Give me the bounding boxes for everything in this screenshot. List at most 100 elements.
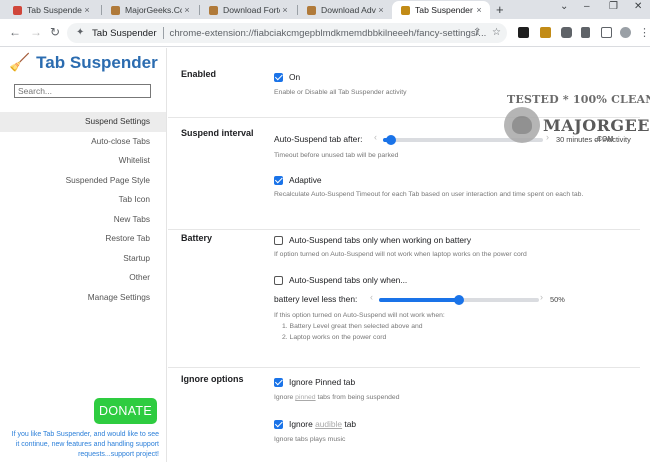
sidebar-item-auto-close-tabs[interactable]: Auto-close Tabs bbox=[0, 132, 166, 152]
majorgeeks-favicon-icon bbox=[307, 5, 316, 15]
section-ignore-options: Ignore options Ignore Pinned tab Ignore … bbox=[168, 368, 640, 462]
battery-level-label: battery level less then: bbox=[274, 294, 358, 304]
ignore-audible-checkbox[interactable] bbox=[274, 419, 283, 429]
search-input[interactable] bbox=[14, 84, 151, 98]
interval-hint: Timeout before unused tab will be parked bbox=[274, 152, 399, 159]
section-battery: Battery Auto-Suspend tabs only when work… bbox=[168, 230, 640, 368]
browser-tab-active[interactable]: Tab Suspender / × bbox=[392, 1, 490, 19]
close-icon[interactable]: × bbox=[474, 5, 484, 15]
back-button[interactable]: ← bbox=[9, 25, 21, 39]
enabled-checkbox-row[interactable]: On bbox=[274, 72, 300, 82]
browser-tab[interactable]: Download Forte × bbox=[200, 1, 296, 19]
sidebar-item-tab-icon[interactable]: Tab Icon bbox=[0, 190, 166, 210]
sidebar-item-manage-settings[interactable]: Manage Settings bbox=[0, 288, 166, 308]
settings-sidebar: 🧹 Tab Suspender Suspend Settings Auto-cl… bbox=[0, 48, 167, 462]
battery-level-value: 50% bbox=[550, 295, 565, 304]
sidebar-item-suspend-settings[interactable]: Suspend Settings bbox=[0, 112, 166, 132]
checkbox-label: Auto-Suspend tabs only when working on b… bbox=[289, 235, 472, 245]
support-promo-link[interactable]: If you like Tab Suspender, and would lik… bbox=[0, 430, 159, 460]
sidebar-item-suspended-page-style[interactable]: Suspended Page Style bbox=[0, 171, 166, 191]
broom-icon: 🧹 bbox=[9, 53, 31, 72]
share-icon[interactable]: ⇪ bbox=[473, 27, 481, 38]
watermark-line: .COM bbox=[595, 136, 614, 143]
promo-line: requests...support project! bbox=[78, 451, 159, 458]
pinned-link[interactable]: pinned bbox=[295, 394, 315, 401]
broom-favicon-icon bbox=[401, 5, 410, 15]
close-icon[interactable]: × bbox=[376, 5, 386, 15]
download-icon[interactable] bbox=[581, 27, 590, 38]
restore-button[interactable]: ❐ bbox=[609, 1, 618, 12]
sidebar-item-new-tabs[interactable]: New Tabs bbox=[0, 210, 166, 230]
battery-level-checkbox-row[interactable]: Auto-Suspend tabs only when... bbox=[274, 275, 407, 285]
forward-button[interactable]: → bbox=[30, 25, 42, 39]
battery-only-hint: If option turned on Auto-Suspend will no… bbox=[274, 251, 527, 258]
battery-only-checkbox[interactable] bbox=[274, 235, 283, 245]
settings-menu: Suspend Settings Auto-close Tabs Whiteli… bbox=[0, 112, 166, 307]
enabled-checkbox[interactable] bbox=[274, 72, 283, 82]
slider-right-arrow-icon[interactable]: › bbox=[540, 292, 543, 302]
close-icon[interactable]: × bbox=[280, 5, 290, 15]
battery-level-slider[interactable] bbox=[379, 294, 539, 305]
divider bbox=[162, 27, 164, 39]
majorgeeks-watermark: TESTED * 100% CLEAN MAJORGEEKS .COM bbox=[497, 93, 650, 163]
extension-name: Tab Suspender bbox=[92, 27, 157, 39]
audible-link[interactable]: audible bbox=[315, 419, 342, 429]
gmail-extension-icon[interactable] bbox=[518, 27, 529, 38]
battery-level-hint: If this option turned on Auto-Suspend wi… bbox=[274, 312, 445, 319]
battery-level-checkbox[interactable] bbox=[274, 275, 283, 285]
browser-tab[interactable]: Tab Suspender - × bbox=[4, 1, 98, 19]
address-bar[interactable]: ✦ Tab Suspender chrome-extension://fiabc… bbox=[67, 23, 507, 43]
reload-button[interactable]: ↻ bbox=[50, 25, 60, 39]
condition-item: 1. Battery Level great then selected abo… bbox=[282, 323, 423, 330]
adaptive-checkbox[interactable] bbox=[274, 175, 283, 185]
url-text[interactable]: chrome-extension://fiabciakcmgepblmdkmem… bbox=[170, 28, 487, 39]
browser-tab[interactable]: MajorGeeks.Com × bbox=[102, 1, 198, 19]
enabled-hint: Enable or Disable all Tab Suspender acti… bbox=[274, 89, 407, 96]
promo-line: it continue, new features and handling s… bbox=[15, 441, 159, 448]
sidebar-item-restore-tab[interactable]: Restore Tab bbox=[0, 229, 166, 249]
tab-title: MajorGeeks.Com bbox=[125, 5, 182, 15]
adaptive-checkbox-row[interactable]: Adaptive bbox=[274, 175, 322, 185]
hint-text: Ignore bbox=[274, 394, 294, 401]
tab-title: Tab Suspender - bbox=[27, 5, 82, 15]
star-icon[interactable]: ☆ bbox=[492, 27, 501, 38]
ignore-pinned-checkbox-row[interactable]: Ignore Pinned tab bbox=[274, 377, 355, 387]
donate-button[interactable]: DONATE bbox=[94, 398, 157, 424]
tab-title: Download Forte bbox=[223, 5, 280, 15]
majorgeeks-mascot-logo bbox=[504, 107, 540, 143]
minimize-button[interactable]: – bbox=[584, 1, 590, 12]
ignore-pinned-checkbox[interactable] bbox=[274, 377, 283, 387]
section-title: Suspend interval bbox=[181, 128, 254, 138]
slider-left-arrow-icon[interactable]: ‹ bbox=[370, 292, 373, 302]
tab-search-icon[interactable]: ⌄ bbox=[560, 1, 568, 12]
sidebar-item-other[interactable]: Other bbox=[0, 268, 166, 288]
new-tab-button[interactable]: + bbox=[496, 2, 504, 17]
menu-icon[interactable]: ⋮ bbox=[639, 26, 650, 39]
ignore-audible-checkbox-row[interactable]: Ignore audible tab bbox=[274, 419, 356, 429]
close-window-button[interactable]: ✕ bbox=[634, 1, 642, 12]
checkbox-label: Ignore bbox=[289, 419, 313, 429]
tab-strip: Tab Suspender - × MajorGeeks.Com × Downl… bbox=[0, 0, 650, 19]
slider-left-arrow-icon[interactable]: ‹ bbox=[374, 132, 377, 142]
battery-only-checkbox-row[interactable]: Auto-Suspend tabs only when working on b… bbox=[274, 235, 471, 245]
section-title: Enabled bbox=[181, 69, 217, 79]
side-panel-icon[interactable] bbox=[601, 27, 612, 38]
extensions-puzzle-icon[interactable] bbox=[561, 27, 572, 38]
hint-text: tabs from being suspended bbox=[317, 394, 400, 401]
tab-title: Download Adva bbox=[321, 5, 376, 15]
browser-tab[interactable]: Download Adva × bbox=[298, 1, 392, 19]
checkbox-label: Adaptive bbox=[289, 175, 322, 185]
browser-toolbar: ← → ↻ ✦ Tab Suspender chrome-extension:/… bbox=[0, 19, 650, 47]
close-icon[interactable]: × bbox=[182, 5, 192, 15]
slider-knob[interactable] bbox=[454, 294, 464, 305]
ignore-audible-hint: Ignore tabs plays music bbox=[274, 436, 346, 443]
slider-fill bbox=[379, 298, 459, 302]
section-title: Battery bbox=[181, 233, 213, 243]
sidebar-item-startup[interactable]: Startup bbox=[0, 249, 166, 269]
sidebar-item-whitelist[interactable]: Whitelist bbox=[0, 151, 166, 171]
profile-avatar[interactable] bbox=[620, 27, 631, 38]
puzzle-icon: ✦ bbox=[76, 27, 85, 38]
close-icon[interactable]: × bbox=[82, 5, 92, 15]
slider-knob[interactable] bbox=[386, 134, 396, 145]
tab-suspender-extension-icon[interactable] bbox=[540, 27, 551, 38]
